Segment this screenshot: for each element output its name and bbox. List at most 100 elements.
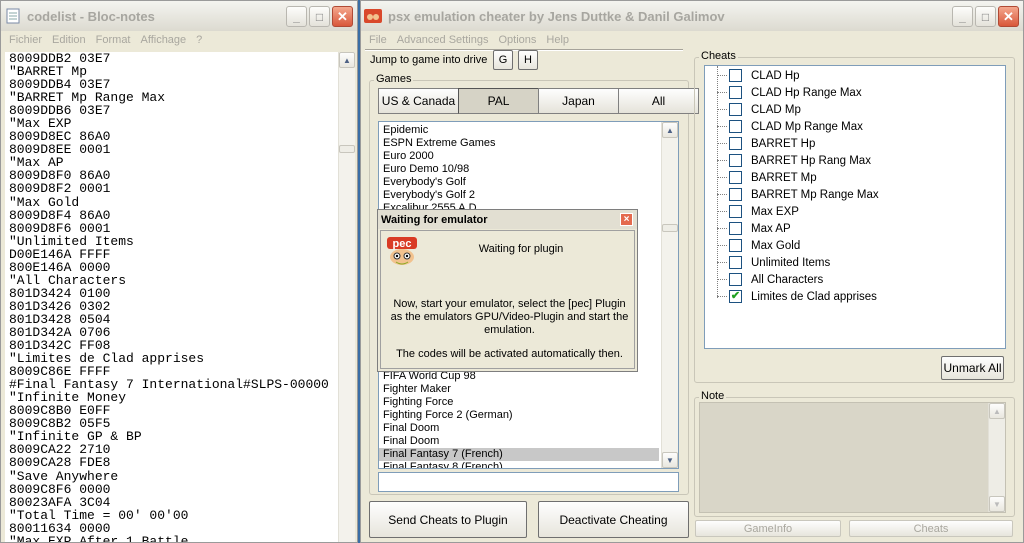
menu-affichage[interactable]: Affichage xyxy=(141,34,187,46)
dialog-message: Now, start your emulator, select the [pe… xyxy=(390,298,629,336)
cheat-item[interactable]: Max AP xyxy=(705,220,791,237)
notepad-scrollbar[interactable]: ▲ xyxy=(338,52,355,542)
minimize-button[interactable]: _ xyxy=(286,6,307,27)
dialog-titlebar[interactable]: Waiting for emulator × xyxy=(378,210,637,229)
cheat-item[interactable]: Max EXP xyxy=(705,203,799,220)
deactivate-cheating-button[interactable]: Deactivate Cheating xyxy=(538,501,689,538)
game-list-item[interactable]: Fighting Force xyxy=(379,396,659,409)
checkmark-icon: ✔ xyxy=(730,290,741,302)
cheats-tree[interactable]: CLAD Hp CLAD Hp Range Max CLAD Mp CLAD Mp R… xyxy=(704,65,1006,349)
menu-fichier[interactable]: Fichier xyxy=(9,34,42,46)
scroll-thumb[interactable] xyxy=(339,145,355,153)
game-list-item[interactable]: Everybody's Golf 2 xyxy=(379,189,659,202)
tree-connector xyxy=(717,109,727,110)
psx-close-button[interactable]: ✕ xyxy=(998,6,1019,27)
checkbox[interactable] xyxy=(729,188,742,201)
checkbox[interactable] xyxy=(729,273,742,286)
psx-titlebar[interactable]: psx emulation cheater by Jens Duttke & D… xyxy=(361,1,1023,31)
game-list-item[interactable]: Epidemic xyxy=(379,124,659,137)
checkbox-checked[interactable]: ✔ xyxy=(729,290,742,303)
close-button[interactable]: ✕ xyxy=(332,6,353,27)
cheat-item[interactable]: Max Gold xyxy=(705,237,800,254)
checkbox[interactable] xyxy=(729,222,742,235)
cheat-label: Limites de Clad apprises xyxy=(751,290,877,303)
menu-help[interactable]: Help xyxy=(546,34,569,46)
cheat-item[interactable]: CLAD Mp Range Max xyxy=(705,118,863,135)
notepad-line: 8009D8F6 0001 xyxy=(9,220,111,236)
cheat-item[interactable]: Unlimited Items xyxy=(705,254,830,271)
tab-pal[interactable]: PAL xyxy=(458,88,539,114)
checkbox[interactable] xyxy=(729,137,742,150)
tab-all[interactable]: All xyxy=(618,88,699,114)
checkbox[interactable] xyxy=(729,86,742,99)
menu-file[interactable]: File xyxy=(369,34,387,46)
scroll-up-arrow-icon[interactable]: ▲ xyxy=(662,122,678,138)
checkbox[interactable] xyxy=(729,120,742,133)
tab-us-canada[interactable]: US & Canada xyxy=(378,88,459,114)
scroll-thumb[interactable] xyxy=(662,224,678,232)
game-list-item[interactable]: Final Doom xyxy=(379,422,659,435)
game-list-item[interactable]: Final Fantasy 8 (French) xyxy=(379,461,659,468)
cheat-label: Max EXP xyxy=(751,205,799,218)
game-list-item[interactable]: Euro Demo 10/98 xyxy=(379,163,659,176)
notepad-titlebar[interactable]: codelist - Bloc-notes _ □ ✕ xyxy=(1,1,357,31)
psx-menubar: File Advanced Settings Options Help xyxy=(361,31,1023,49)
jump-label: Jump to game into drive xyxy=(370,54,488,66)
game-list-item[interactable]: Everybody's Golf xyxy=(379,176,659,189)
notepad-text-area[interactable]: 8009DDB2 03E7 "BARRET Mp 8009DDB4 03E7 "BAR… xyxy=(5,52,338,542)
checkbox[interactable] xyxy=(729,256,742,269)
dialog-close-button[interactable]: × xyxy=(620,213,633,226)
dialog-footer: The codes will be activated automaticall… xyxy=(396,348,623,360)
menu-options[interactable]: Options xyxy=(498,34,536,46)
cheat-item[interactable]: ✔ Limites de Clad apprises xyxy=(705,288,877,305)
menu-advanced-settings[interactable]: Advanced Settings xyxy=(397,34,489,46)
scroll-up-arrow-icon[interactable]: ▲ xyxy=(989,403,1005,419)
checkbox[interactable] xyxy=(729,103,742,116)
games-scrollbar[interactable]: ▲ ▼ xyxy=(661,122,678,468)
checkbox[interactable] xyxy=(729,154,742,167)
game-list-item[interactable]: Fighter Maker xyxy=(379,383,659,396)
cheat-item[interactable]: BARRET Hp xyxy=(705,135,815,152)
jump-h-button[interactable]: H xyxy=(518,50,538,70)
send-cheats-button[interactable]: Send Cheats to Plugin xyxy=(369,501,527,538)
note-textarea[interactable] xyxy=(699,402,1006,513)
scroll-up-arrow-icon[interactable]: ▲ xyxy=(339,52,355,68)
game-list-item[interactable]: ESPN Extreme Games xyxy=(379,137,659,150)
unmark-all-button[interactable]: Unmark All xyxy=(941,356,1004,380)
game-list-item[interactable]: Final Fantasy 7 (French) xyxy=(379,448,659,461)
tree-connector xyxy=(717,194,727,195)
checkbox[interactable] xyxy=(729,69,742,82)
cheat-item[interactable]: CLAD Hp xyxy=(705,67,800,84)
scroll-down-arrow-icon[interactable]: ▼ xyxy=(662,452,678,468)
psx-maximize-button[interactable]: □ xyxy=(975,6,996,27)
region-tabs: US & Canada PAL Japan All xyxy=(378,88,699,114)
scroll-down-arrow-icon[interactable]: ▼ xyxy=(989,496,1005,512)
cheat-item[interactable]: CLAD Hp Range Max xyxy=(705,84,862,101)
checkbox[interactable] xyxy=(729,171,742,184)
note-scrollbar[interactable]: ▲ ▼ xyxy=(988,403,1005,512)
game-list-item[interactable]: Fighting Force 2 (German) xyxy=(379,409,659,422)
game-list-item[interactable]: Final Doom xyxy=(379,435,659,448)
cheats-tab-button[interactable]: Cheats xyxy=(849,520,1013,537)
menu-help[interactable]: ? xyxy=(196,34,202,46)
cheat-label: CLAD Mp Range Max xyxy=(751,120,863,133)
cheat-item[interactable]: CLAD Mp xyxy=(705,101,801,118)
tree-connector xyxy=(717,75,727,76)
menu-format[interactable]: Format xyxy=(96,34,131,46)
checkbox[interactable] xyxy=(729,205,742,218)
cheat-label: Unlimited Items xyxy=(751,256,831,269)
checkbox[interactable] xyxy=(729,239,742,252)
game-search-input[interactable] xyxy=(378,472,679,492)
menu-edition[interactable]: Edition xyxy=(52,34,86,46)
psx-minimize-button[interactable]: _ xyxy=(952,6,973,27)
tab-japan[interactable]: Japan xyxy=(538,88,619,114)
maximize-button[interactable]: □ xyxy=(309,6,330,27)
cheat-label: Max Gold xyxy=(751,239,801,252)
cheat-item[interactable]: BARRET Mp Range Max xyxy=(705,186,879,203)
cheat-item[interactable]: BARRET Mp xyxy=(705,169,817,186)
gameinfo-button[interactable]: GameInfo xyxy=(695,520,841,537)
game-list-item[interactable]: Euro 2000 xyxy=(379,150,659,163)
cheat-item[interactable]: All Characters xyxy=(705,271,823,288)
jump-g-button[interactable]: G xyxy=(493,50,513,70)
cheat-item[interactable]: BARRET Hp Rang Max xyxy=(705,152,871,169)
